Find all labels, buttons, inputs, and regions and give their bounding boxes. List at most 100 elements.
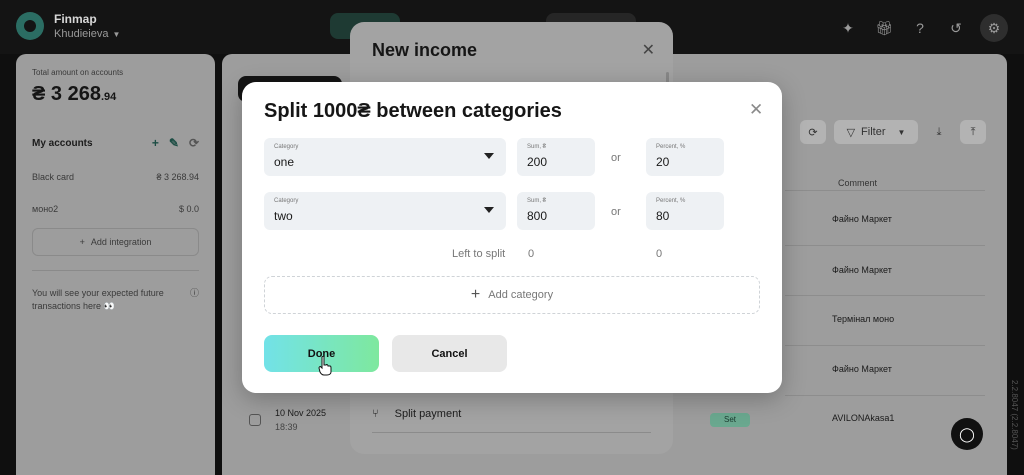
accounts-title: My accounts [32, 137, 93, 149]
category-select[interactable]: Category one [264, 138, 506, 176]
gear-icon[interactable]: ⚙ [980, 14, 1008, 42]
account-actions: + ✎ ⟳ [152, 136, 199, 150]
percent-value: 20 [656, 155, 670, 169]
divider [32, 270, 199, 271]
cancel-button[interactable]: Cancel [392, 335, 507, 372]
add-category-button[interactable]: + Add category [264, 276, 760, 314]
date-cell: 10 Nov 2025 18:39 [275, 408, 326, 432]
hand-cursor-icon [318, 356, 332, 376]
modal-title: Split 1000₴ between categories [264, 100, 562, 122]
workspace-name: Khudieieva [54, 28, 109, 40]
time-text: 18:39 [275, 422, 298, 432]
category-select[interactable]: Category two [264, 192, 506, 230]
split-categories-modal: Split 1000₴ between categories ✕ Categor… [242, 82, 782, 393]
add-integration-label: Add integration [90, 237, 152, 247]
close-icon[interactable]: ✕ [642, 40, 655, 60]
accounts-sidebar: Total amount on accounts ₴ 3 268.94 My a… [16, 54, 215, 475]
sum-value: 800 [527, 209, 548, 223]
account-name: Black card [32, 172, 75, 182]
chat-support-button[interactable]: ◯ [951, 418, 983, 450]
info-icon[interactable]: ⓘ [190, 287, 199, 313]
refresh-icon[interactable]: ⟳ [800, 120, 826, 144]
add-category-label: Add category [488, 289, 554, 301]
or-separator: or [611, 206, 621, 218]
divider [785, 295, 985, 296]
gift-icon[interactable]: 🎁︎ [872, 16, 896, 40]
split-payment-label: Split payment [394, 408, 462, 420]
sum-input[interactable]: Sum, ₴ 800 [517, 192, 595, 230]
chevron-down-icon: ▼ [112, 30, 121, 39]
edit-icon[interactable]: ✎ [169, 136, 179, 150]
percent-value: 80 [656, 209, 670, 223]
percent-label: Percent, % [656, 144, 686, 150]
filter-button[interactable]: ▽ Filter ▼ [834, 120, 918, 144]
divider [372, 432, 651, 433]
category-label: Category [274, 144, 299, 150]
total-main: ₴ 3 268 [32, 83, 101, 105]
percent-label: Percent, % [656, 198, 686, 204]
top-actions: ✦ 🎁︎ ? ↺ ⚙ [836, 14, 1008, 42]
table-row[interactable]: 10 Nov 2025 18:39 [249, 408, 326, 432]
account-name: моно2 [32, 204, 59, 214]
account-row[interactable]: моно2 $ 0.0 [32, 204, 199, 214]
split-payment-option[interactable]: ⑂ Split payment [372, 408, 461, 420]
caret-down-icon [484, 153, 494, 159]
workspace-switcher[interactable]: Khudieieva ▼ [54, 28, 120, 40]
sparkle-icon[interactable]: ✦ [836, 16, 860, 40]
finmap-logo[interactable] [16, 12, 44, 40]
refresh-icon[interactable]: ⟳ [189, 136, 199, 150]
category-label: Category [274, 198, 299, 204]
split-icon: ⑂ [372, 408, 379, 420]
close-icon[interactable]: ✕ [749, 100, 763, 120]
total-label: Total amount on accounts [32, 68, 124, 77]
new-income-title: New income [372, 40, 478, 60]
left-to-split-label: Left to split [452, 248, 506, 260]
category-value: two [274, 209, 293, 223]
status-badge: Set [710, 413, 750, 427]
comment-cell: Термінал моно [832, 314, 895, 324]
filter-icon: ▽ [846, 126, 856, 139]
or-separator: or [611, 152, 621, 164]
comment-cell: AVILONAkasa1 [832, 413, 895, 423]
plus-icon: + [470, 286, 481, 303]
divider [785, 190, 985, 191]
future-text: You will see your expected future transa… [32, 288, 164, 311]
date-text: 10 Nov 2025 [275, 408, 327, 418]
left-sum-value: 0 [528, 248, 535, 260]
sum-input[interactable]: Sum, ₴ 200 [517, 138, 595, 176]
category-value: one [274, 155, 295, 169]
history-icon[interactable]: ↺ [944, 16, 968, 40]
add-account-icon[interactable]: + [152, 136, 159, 150]
divider [785, 245, 985, 246]
download-icon[interactable]: ⤓ [926, 120, 952, 144]
divider [785, 395, 985, 396]
filter-label: Filter [861, 126, 886, 138]
app-version: 2.2.8047 (2.2.8047) [1010, 380, 1019, 450]
comment-column-header: Comment [838, 178, 878, 188]
left-percent-value: 0 [656, 248, 663, 260]
row-checkbox[interactable] [249, 414, 261, 426]
total-cents: .94 [100, 91, 117, 103]
upload-icon[interactable]: ⤒ [960, 120, 986, 144]
total-amount: ₴ 3 268.94 [32, 83, 199, 106]
comment-cell: Файно Маркет [832, 364, 892, 374]
comment-cell: Файно Маркет [832, 214, 892, 224]
divider [785, 345, 985, 346]
accounts-header: My accounts + ✎ ⟳ [32, 136, 199, 150]
chat-icon: ◯ [959, 425, 975, 442]
account-row[interactable]: Black card ₴ 3 268.94 [32, 172, 199, 182]
help-icon[interactable]: ? [908, 16, 932, 40]
percent-input[interactable]: Percent, % 20 [646, 138, 724, 176]
percent-input[interactable]: Percent, % 80 [646, 192, 724, 230]
future-transactions-note: You will see your expected future transa… [32, 287, 199, 313]
caret-down-icon [484, 207, 494, 213]
sum-value: 200 [527, 155, 548, 169]
plus-icon: + [79, 237, 85, 247]
comment-cell: Файно Маркет [832, 265, 892, 275]
brand-name: Finmap [54, 12, 97, 26]
account-amount: ₴ 3 268.94 [156, 172, 199, 182]
add-integration-button[interactable]: + Add integration [32, 228, 199, 256]
sum-label: Sum, ₴ [527, 198, 547, 204]
chevron-down-icon: ▼ [897, 127, 906, 137]
sum-label: Sum, ₴ [527, 144, 547, 150]
